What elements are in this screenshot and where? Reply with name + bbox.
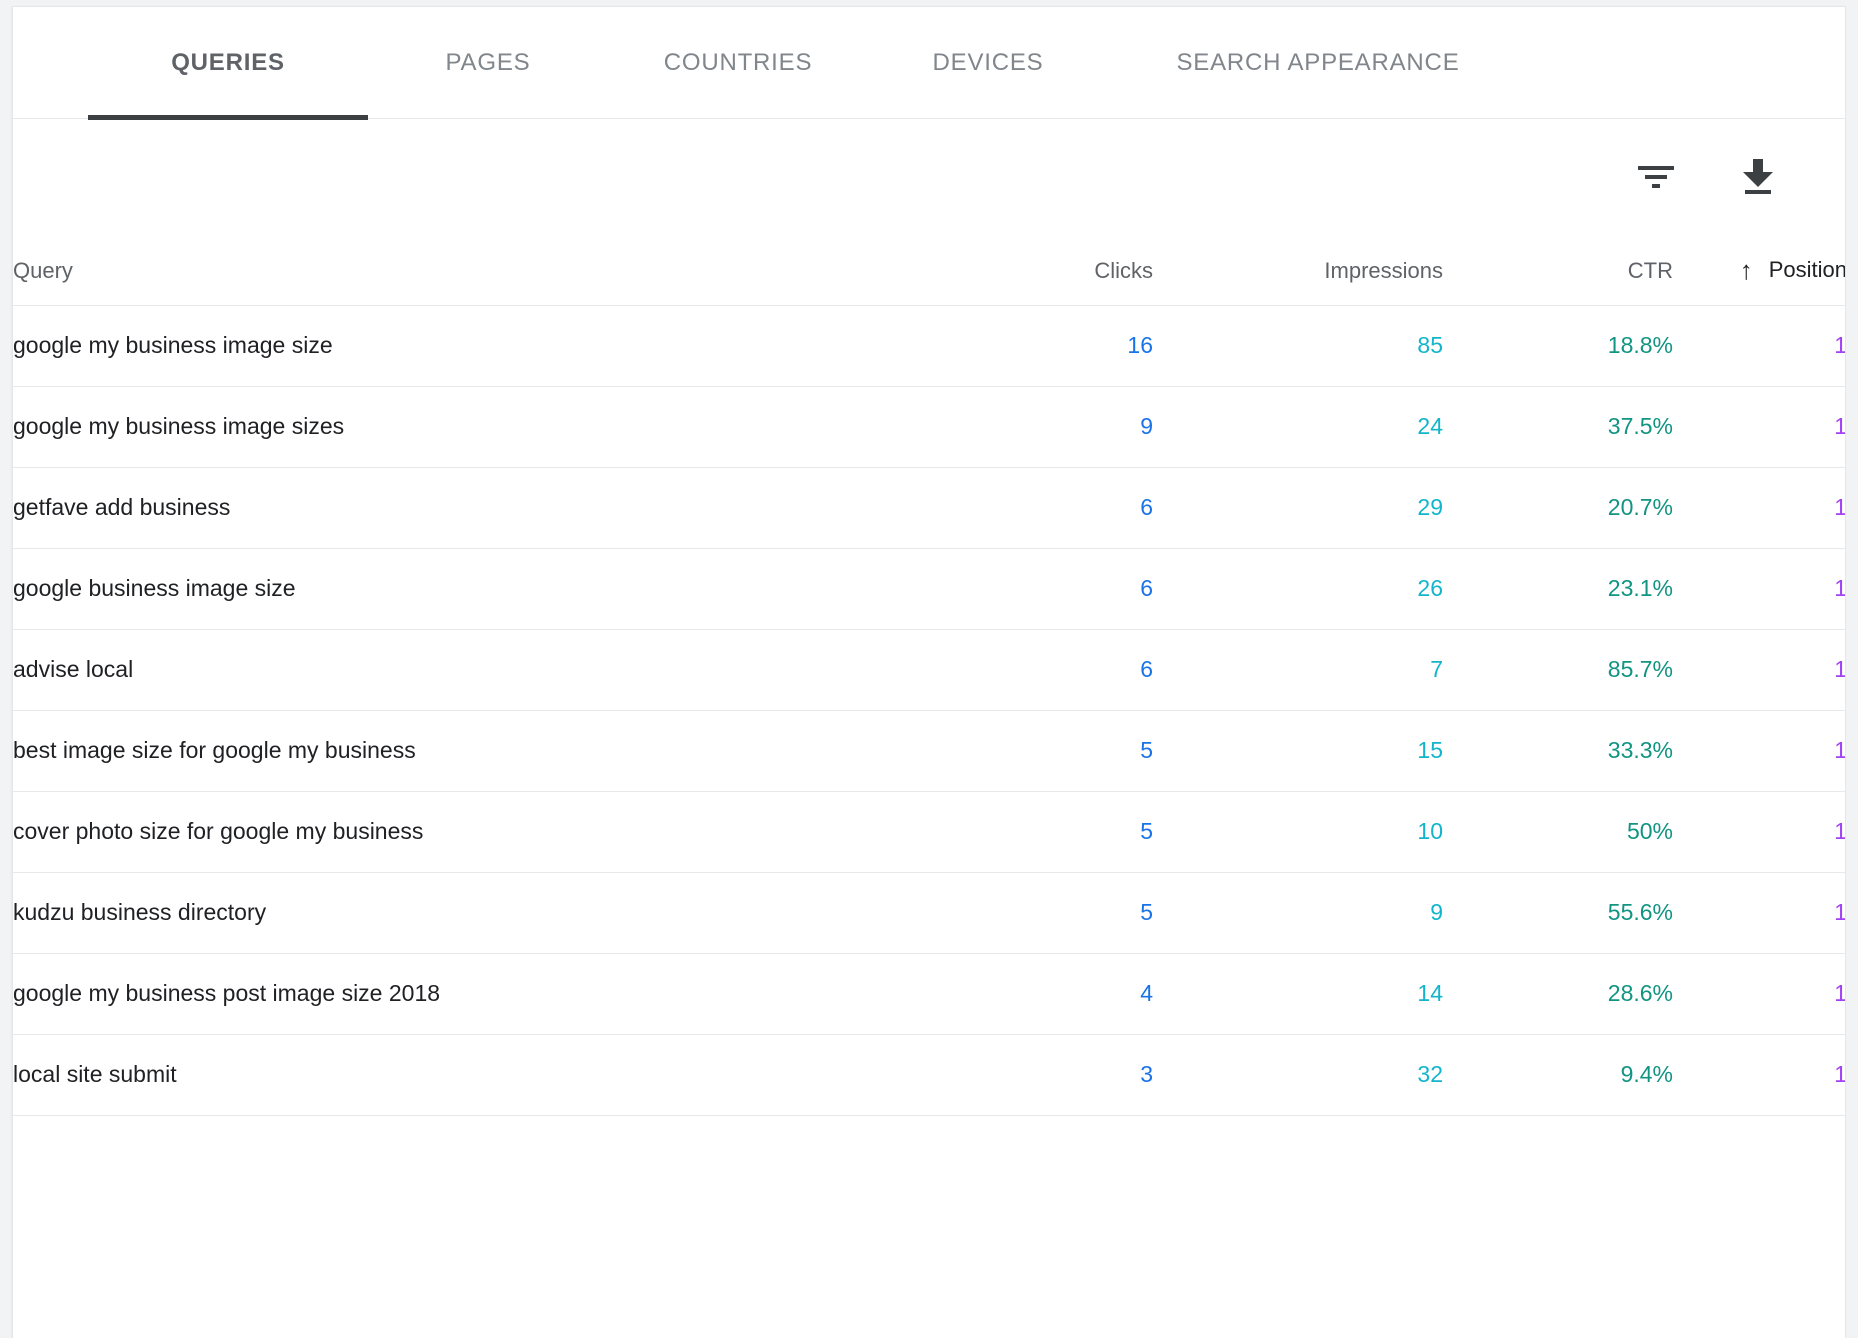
cell-clicks: 3 [893, 1034, 1153, 1115]
cell-ctr: 9.4% [1443, 1034, 1673, 1115]
cell-clicks: 5 [893, 710, 1153, 791]
table-row[interactable]: google business image size 6 26 23.1% 1 [13, 548, 1846, 629]
tab-devices-label: DEVICES [933, 49, 1044, 77]
cell-impressions: 29 [1153, 467, 1443, 548]
cell-impressions: 24 [1153, 386, 1443, 467]
page-background-gutter [1846, 0, 1858, 1338]
cell-impressions: 14 [1153, 953, 1443, 1034]
sort-ascending-arrow-icon: ↑ [1740, 257, 1753, 283]
table-body: google my business image size 16 85 18.8… [13, 305, 1846, 1115]
table-row[interactable]: advise local 6 7 85.7% 1 [13, 629, 1846, 710]
download-button[interactable] [1729, 149, 1787, 207]
cell-impressions: 10 [1153, 791, 1443, 872]
column-header-position-label: Position [1769, 257, 1846, 283]
cell-ctr: 18.8% [1443, 305, 1673, 386]
cell-query: google my business image size [13, 305, 893, 386]
table-row[interactable]: getfave add business 6 29 20.7% 1 [13, 467, 1846, 548]
table-row[interactable]: best image size for google my business 5… [13, 710, 1846, 791]
queries-table: Query Clicks Impressions CTR ↑ Position … [13, 237, 1846, 1116]
tab-countries-label: COUNTRIES [664, 49, 813, 77]
cell-ctr: 85.7% [1443, 629, 1673, 710]
cell-impressions: 7 [1153, 629, 1443, 710]
table-toolbar [13, 119, 1845, 237]
tab-pages-label: PAGES [446, 49, 531, 77]
cell-position: 1 [1673, 1034, 1846, 1115]
cell-ctr: 23.1% [1443, 548, 1673, 629]
column-header-ctr[interactable]: CTR [1443, 237, 1673, 305]
tab-search-appearance-label: SEARCH APPEARANCE [1176, 49, 1459, 77]
cell-position: 1 [1673, 548, 1846, 629]
cell-clicks: 6 [893, 467, 1153, 548]
cell-impressions: 26 [1153, 548, 1443, 629]
cell-position: 1 [1673, 386, 1846, 467]
table-row[interactable]: kudzu business directory 5 9 55.6% 1 [13, 872, 1846, 953]
cell-clicks: 4 [893, 953, 1153, 1034]
column-header-position[interactable]: ↑ Position [1673, 237, 1846, 305]
cell-ctr: 50% [1443, 791, 1673, 872]
table-row[interactable]: google my business image sizes 9 24 37.5… [13, 386, 1846, 467]
cell-query: advise local [13, 629, 893, 710]
filter-icon [1637, 164, 1675, 193]
column-header-impressions[interactable]: Impressions [1153, 237, 1443, 305]
tab-countries[interactable]: COUNTRIES [608, 7, 868, 119]
cell-query: best image size for google my business [13, 710, 893, 791]
cell-position: 1 [1673, 629, 1846, 710]
cell-clicks: 5 [893, 872, 1153, 953]
cell-ctr: 33.3% [1443, 710, 1673, 791]
cell-clicks: 5 [893, 791, 1153, 872]
cell-position: 1 [1673, 467, 1846, 548]
cell-position: 1 [1673, 872, 1846, 953]
cell-position: 1 [1673, 791, 1846, 872]
search-performance-panel: QUERIES PAGES COUNTRIES DEVICES SEARCH A… [0, 0, 1858, 1338]
cell-ctr: 28.6% [1443, 953, 1673, 1034]
tab-devices[interactable]: DEVICES [868, 7, 1108, 119]
dimension-tabs: QUERIES PAGES COUNTRIES DEVICES SEARCH A… [13, 7, 1845, 119]
column-header-query[interactable]: Query [13, 237, 893, 305]
table-header-row: Query Clicks Impressions CTR ↑ Position [13, 237, 1846, 305]
cell-query: kudzu business directory [13, 872, 893, 953]
table-header: Query Clicks Impressions CTR ↑ Position [13, 237, 1846, 305]
cell-impressions: 32 [1153, 1034, 1443, 1115]
cell-clicks: 9 [893, 386, 1153, 467]
cell-query: google business image size [13, 548, 893, 629]
cell-position: 1 [1673, 953, 1846, 1034]
cell-clicks: 6 [893, 548, 1153, 629]
cell-impressions: 85 [1153, 305, 1443, 386]
cell-impressions: 15 [1153, 710, 1443, 791]
cell-clicks: 16 [893, 305, 1153, 386]
cell-query: google my business image sizes [13, 386, 893, 467]
performance-card: QUERIES PAGES COUNTRIES DEVICES SEARCH A… [12, 6, 1846, 1338]
table-row[interactable]: local site submit 3 32 9.4% 1 [13, 1034, 1846, 1115]
tab-queries-label: QUERIES [171, 49, 285, 77]
table-row[interactable]: google my business post image size 2018 … [13, 953, 1846, 1034]
tab-pages[interactable]: PAGES [368, 7, 608, 119]
cell-query: google my business post image size 2018 [13, 953, 893, 1034]
table-row[interactable]: cover photo size for google my business … [13, 791, 1846, 872]
cell-position: 1 [1673, 305, 1846, 386]
cell-query: cover photo size for google my business [13, 791, 893, 872]
column-header-clicks[interactable]: Clicks [893, 237, 1153, 305]
cell-ctr: 55.6% [1443, 872, 1673, 953]
cell-ctr: 37.5% [1443, 386, 1673, 467]
table-row[interactable]: google my business image size 16 85 18.8… [13, 305, 1846, 386]
cell-clicks: 6 [893, 629, 1153, 710]
cell-query: local site submit [13, 1034, 893, 1115]
cell-query: getfave add business [13, 467, 893, 548]
cell-position: 1 [1673, 710, 1846, 791]
tab-queries[interactable]: QUERIES [88, 7, 368, 119]
cell-impressions: 9 [1153, 872, 1443, 953]
cell-ctr: 20.7% [1443, 467, 1673, 548]
download-icon [1741, 159, 1775, 198]
filter-button[interactable] [1627, 149, 1685, 207]
tab-search-appearance[interactable]: SEARCH APPEARANCE [1108, 7, 1528, 119]
